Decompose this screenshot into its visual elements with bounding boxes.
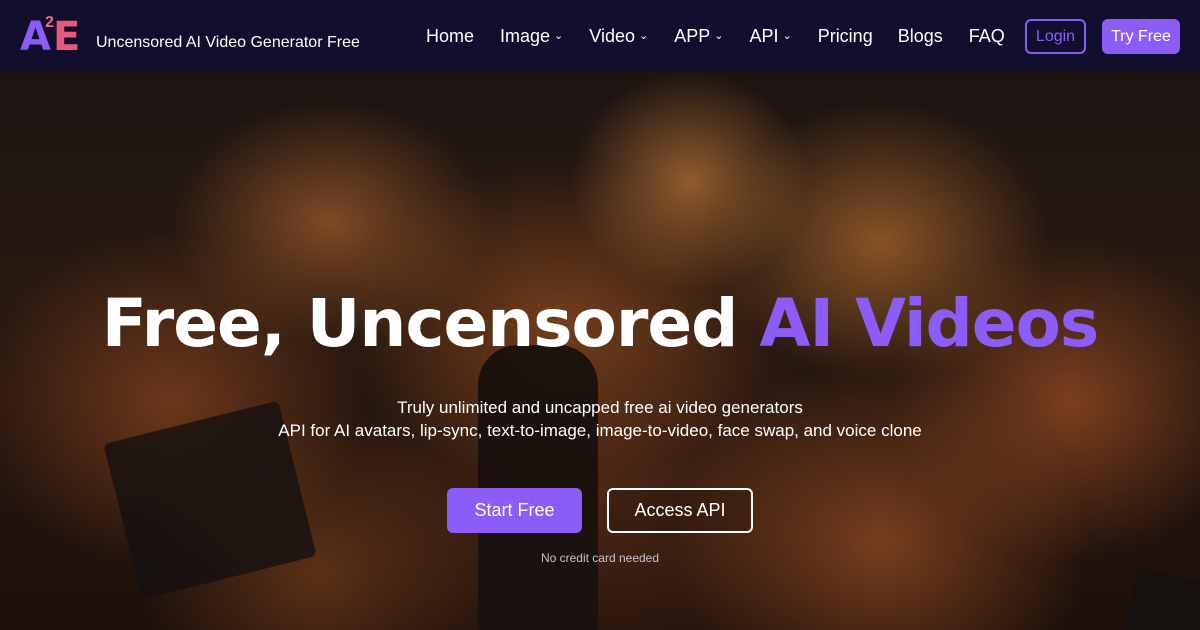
try-free-button[interactable]: Try Free (1102, 19, 1180, 54)
access-api-button[interactable]: Access API (607, 488, 753, 533)
nav-item-home[interactable]: Home (426, 24, 474, 48)
nav-item-faq[interactable]: FAQ (969, 24, 1005, 48)
nav-item-label: Pricing (817, 26, 873, 46)
no-credit-card-note: No credit card needed (540, 551, 660, 565)
hero-subtitle-line: API for AI avatars, lip-sync, text-to-im… (278, 421, 922, 440)
chevron-down-icon: ⌄ (638, 30, 649, 42)
nav-item-label: Home (426, 26, 475, 46)
nav-item-label: FAQ (968, 26, 1005, 46)
chevron-down-icon: ⌄ (782, 30, 792, 42)
nav-item-image[interactable]: Image ⌄ (500, 24, 563, 48)
nav-item-api[interactable]: API ⌄ (749, 24, 791, 48)
chevron-down-icon: ⌄ (714, 30, 724, 42)
login-button[interactable]: Login (1025, 19, 1086, 54)
landing-page: A 2 E Uncensored AI Video Generator Free… (0, 0, 1200, 630)
brand-logo[interactable]: A 2 E (20, 14, 82, 60)
hero-title-main: Free, Uncensored (101, 285, 760, 362)
hero-title: Free, Uncensored AI Videos (0, 288, 1200, 360)
chevron-down-icon: ⌄ (554, 30, 564, 42)
nav-item-video[interactable]: Video ⌄ (589, 24, 648, 48)
nav-item-label: API (749, 26, 779, 46)
hero-subtitle: Truly unlimited and uncapped free ai vid… (0, 396, 1200, 442)
nav-item-label: APP (674, 26, 711, 46)
main-nav: Home Image ⌄ Video ⌄ APP ⌄ API ⌄ Pricing (426, 24, 1005, 48)
nav-item-label: Image (500, 26, 551, 46)
nav-item-blogs[interactable]: Blogs (898, 24, 943, 48)
nav-item-pricing[interactable]: Pricing (818, 24, 873, 48)
top-navbar: A 2 E Uncensored AI Video Generator Free… (0, 0, 1200, 72)
hero-subtitle-line: Truly unlimited and uncapped free ai vid… (397, 398, 803, 417)
logo-letter-e: E (53, 14, 81, 60)
nav-item-label: Video (589, 26, 635, 46)
hero-title-accent: AI Videos (759, 285, 1099, 362)
nav-item-label: Blogs (897, 26, 943, 46)
nav-item-app[interactable]: APP ⌄ (674, 24, 723, 48)
site-tagline: Uncensored AI Video Generator Free (96, 34, 360, 51)
start-free-button[interactable]: Start Free (447, 488, 582, 533)
